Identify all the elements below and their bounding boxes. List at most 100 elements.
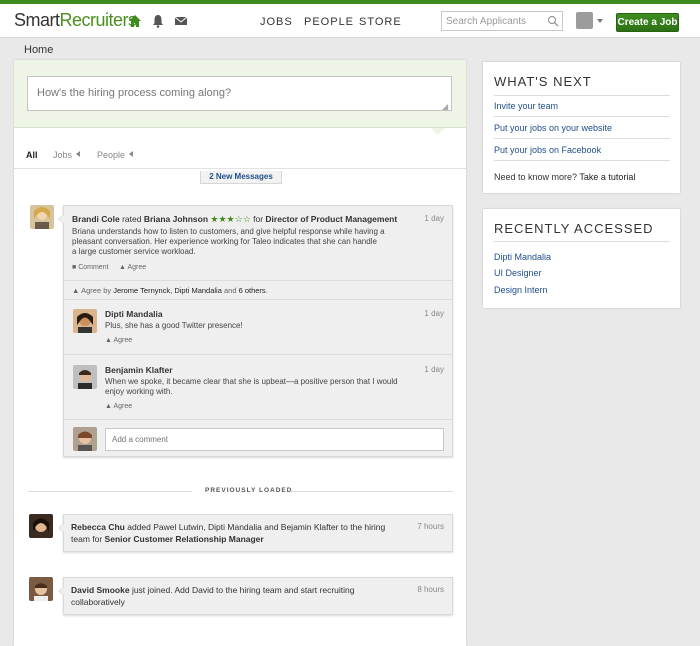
thumbs-up-icon: ▲ xyxy=(105,337,112,344)
team-added-line-2: team for Senior Customer Relationship Ma… xyxy=(71,534,264,544)
nav-people[interactable]: PEOPLE xyxy=(304,16,354,28)
divider-line-left xyxy=(28,491,192,492)
card-pointer xyxy=(58,523,65,533)
jobs-on-website-link[interactable]: Put your jobs on your website xyxy=(494,123,612,133)
avatar-rebecca-chu[interactable] xyxy=(29,514,53,538)
team-added-line-1: Rebecca Chu added Pawel Lutwin, Dipti Ma… xyxy=(71,522,385,532)
actor-name[interactable]: Brandi Cole xyxy=(72,214,120,224)
create-job-button[interactable]: Create a Job xyxy=(616,13,679,32)
jobs-on-facebook-link[interactable]: Put your jobs on Facebook xyxy=(494,145,601,155)
recently-accessed-panel: RECENTLY ACCESSED Dipti Mandalia UI Desi… xyxy=(483,209,680,308)
comment-label: Comment xyxy=(78,264,109,271)
nav-store[interactable]: STORE xyxy=(359,16,402,28)
card-pointer xyxy=(58,214,65,224)
timestamp: 1 day xyxy=(424,365,444,374)
avatar-dipti-mandalia[interactable] xyxy=(73,309,97,333)
filter-all[interactable]: All xyxy=(26,150,38,160)
separator xyxy=(494,160,670,161)
nav-jobs[interactable]: JOBS xyxy=(260,16,293,28)
avatar-david-smooke[interactable] xyxy=(29,577,53,601)
candidate-name[interactable]: Briana Johnson xyxy=(144,214,208,224)
avatar-brandi-cole[interactable] xyxy=(30,205,54,229)
bell-icon[interactable] xyxy=(151,14,165,28)
filter-divider xyxy=(14,168,466,169)
user-menu-chevron-down-icon[interactable] xyxy=(597,19,603,23)
resize-grip-icon[interactable]: ◢ xyxy=(442,102,448,111)
status-update-input[interactable] xyxy=(27,76,452,111)
add-comment-input[interactable] xyxy=(105,428,444,451)
avatar-benjamin-klafter[interactable] xyxy=(73,365,97,389)
tutorial-prompt: Need to know more? Take a tutorial xyxy=(494,172,635,182)
thumbs-up-icon: ▲ xyxy=(119,264,126,271)
feed-panel: ◢ All Jobs People 2 New Messages Brandi … xyxy=(14,60,466,646)
whats-next-title: WHAT'S NEXT xyxy=(494,74,592,89)
filter-people-arrow-icon xyxy=(129,151,134,157)
filter-jobs[interactable]: Jobs xyxy=(53,150,81,160)
rating-body-line-1: Briana understands how to listen to cust… xyxy=(72,227,385,236)
comment-text-line-1: When we spoke, it became clear that she … xyxy=(105,377,398,386)
agree-action[interactable]: ▲ Agree xyxy=(105,403,132,410)
filter-people-label: People xyxy=(97,150,126,160)
previously-loaded-label: PREVIOUSLY LOADED xyxy=(205,487,293,494)
composer-pointer xyxy=(431,128,445,135)
commenter-name[interactable]: Dipti Mandalia xyxy=(105,309,163,319)
agree-action[interactable]: ▲ Agree xyxy=(105,337,132,344)
title-underline xyxy=(494,241,670,242)
user-avatar[interactable] xyxy=(576,12,593,29)
agreed-end: . xyxy=(265,286,268,295)
smartrecruiters-logo[interactable]: SmartRecruiters xyxy=(14,10,137,31)
rating-verb: rated xyxy=(119,214,144,224)
timestamp: 8 hours xyxy=(417,585,444,594)
feed-item-team-added: Rebecca Chu added Pawel Lutwin, Dipti Ma… xyxy=(58,514,453,552)
top-header: SmartRecruiters JOBS PEOPLE STORE Create… xyxy=(0,4,700,38)
separator xyxy=(64,280,452,281)
search-box xyxy=(441,11,563,31)
comment-action[interactable]: ■ Comment xyxy=(72,264,109,271)
invite-team-link[interactable]: Invite your team xyxy=(494,101,558,111)
feed-item-rating: Brandi Cole rated Briana Johnson ★★★☆☆ f… xyxy=(58,205,453,457)
actor-name[interactable]: Rebecca Chu xyxy=(71,522,125,532)
filter-people[interactable]: People xyxy=(97,150,134,160)
recently-accessed-title: RECENTLY ACCESSED xyxy=(494,221,654,236)
agreed-names[interactable]: Jerome Ternynck, Dipti Mandalia xyxy=(113,286,222,295)
filter-jobs-arrow-icon xyxy=(76,151,81,157)
avatar-current-user xyxy=(73,427,97,451)
breadcrumb[interactable]: Home xyxy=(24,44,53,56)
agree-label: Agree xyxy=(127,264,147,271)
logo-part-recruiters: Recruiters xyxy=(59,10,138,30)
recent-ui-designer-link[interactable]: UI Designer xyxy=(494,268,542,278)
title-underline xyxy=(494,95,670,96)
agreed-prefix: Agree by xyxy=(81,286,114,295)
agree-action[interactable]: ▲ Agree xyxy=(119,264,146,271)
agreed-others-link[interactable]: 6 others xyxy=(239,286,266,295)
envelope-icon[interactable] xyxy=(174,14,188,28)
agree-label: Agree xyxy=(113,403,133,410)
whats-next-panel: WHAT'S NEXT Invite your team Put your jo… xyxy=(483,62,680,193)
team-for-text: team for xyxy=(71,534,105,544)
agreed-by-line: ▲ Agree by Jerome Ternynck, Dipti Mandal… xyxy=(72,286,268,295)
rating-stars: ★★★☆☆ xyxy=(210,214,251,224)
agreed-and: and xyxy=(221,286,239,295)
tutorial-text: Need to know more? xyxy=(494,172,580,182)
home-icon[interactable] xyxy=(128,14,142,28)
comment-text: Plus, she has a good Twitter presence! xyxy=(105,321,243,330)
separator xyxy=(494,116,670,117)
job-link[interactable]: Senior Customer Relationship Manager xyxy=(105,534,264,544)
agree-label: Agree xyxy=(113,337,133,344)
actor-name[interactable]: David Smooke xyxy=(71,585,130,595)
rating-body-line-3: a large customer service workload. xyxy=(72,247,196,256)
take-tutorial-link[interactable]: Take a tutorial xyxy=(579,172,635,182)
separator xyxy=(494,138,670,139)
recent-design-intern-link[interactable]: Design Intern xyxy=(494,285,548,295)
new-messages-button[interactable]: 2 New Messages xyxy=(200,171,282,184)
search-icon[interactable] xyxy=(547,15,559,27)
feed-item-user-joined: David Smooke just joined. Add David to t… xyxy=(58,577,453,615)
filter-jobs-label: Jobs xyxy=(53,150,73,160)
logo-part-smart: Smart xyxy=(14,10,60,30)
commenter-name[interactable]: Benjamin Klafter xyxy=(105,365,173,375)
job-link[interactable]: Director of Product Management xyxy=(265,214,397,224)
user-joined-line-1: David Smooke just joined. Add David to t… xyxy=(71,585,354,595)
recent-dipti-mandalia-link[interactable]: Dipti Mandalia xyxy=(494,252,551,262)
user-joined-text: just joined. Add David to the hiring tea… xyxy=(129,585,355,595)
search-input[interactable] xyxy=(442,12,542,30)
